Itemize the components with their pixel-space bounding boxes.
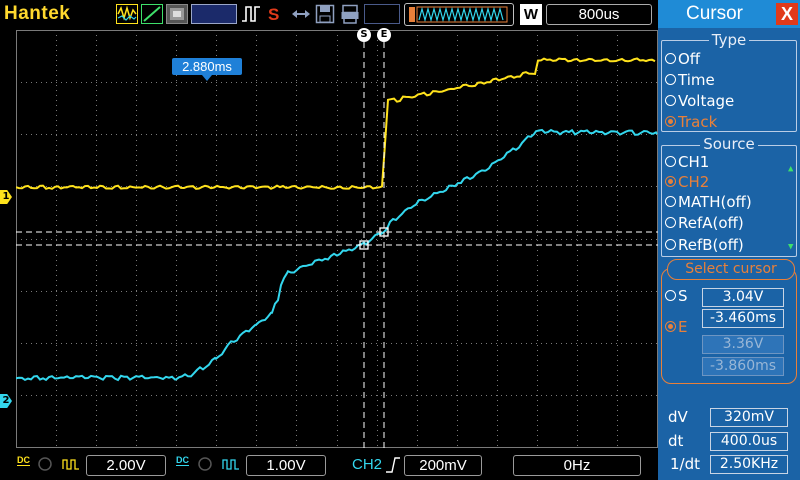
- radio-icon: [665, 53, 676, 64]
- inv-dt-label: 1/dt: [670, 455, 700, 473]
- radio-icon: [665, 290, 676, 301]
- ch1-ground-marker[interactable]: 1: [0, 190, 12, 204]
- select-cursor-title: Select cursor: [667, 259, 795, 280]
- ch2-scale[interactable]: 1.00V: [246, 455, 326, 476]
- trigger-position-label: 2.880ms: [172, 58, 242, 75]
- radio-icon: [665, 239, 676, 250]
- radio-icon: [665, 95, 676, 106]
- persistence-icon[interactable]: [166, 4, 188, 24]
- cursor-select-s[interactable]: S: [665, 287, 688, 305]
- ch2-coupling: DC: [176, 455, 189, 466]
- ch1-coupling: DC: [17, 455, 30, 466]
- memory-depth-label: W: [520, 4, 542, 25]
- dt-label: dt: [668, 432, 684, 450]
- ch1-bandwidth-icon: [62, 459, 79, 470]
- radio-icon: [665, 196, 676, 207]
- scroll-down-icon[interactable]: ▼: [788, 242, 793, 252]
- waveform-icon[interactable]: [116, 4, 138, 24]
- type-option-time[interactable]: Time: [665, 71, 715, 89]
- ch2-waveform: [16, 128, 658, 382]
- type-group-title: Type: [658, 31, 800, 49]
- trigger-position-arrow: [202, 75, 212, 81]
- cursor-e-voltage: 3.36V: [702, 335, 784, 354]
- dv-label: dV: [668, 408, 688, 426]
- inv-dt-value: 2.50KHz: [710, 455, 788, 474]
- close-button[interactable]: X: [776, 3, 798, 25]
- memory-depth-indicator[interactable]: [404, 3, 514, 26]
- trigger-edge-icon[interactable]: [385, 456, 401, 474]
- cursor-e-time: -3.860ms: [702, 357, 784, 376]
- source-option-refb[interactable]: RefB(off): [665, 236, 744, 254]
- ch2-ground-marker[interactable]: 2: [0, 394, 12, 408]
- ch1-probe-icon: [38, 457, 52, 471]
- type-option-voltage[interactable]: Voltage: [665, 92, 734, 110]
- trigger-source[interactable]: CH2: [352, 456, 382, 474]
- cursor-s-voltage: 3.04V: [702, 288, 784, 307]
- cursor-select-e[interactable]: E: [665, 318, 687, 336]
- ch1-waveform: [16, 57, 656, 190]
- dv-value: 320mV: [710, 408, 788, 427]
- radio-icon: [665, 156, 676, 167]
- frequency-counter: 0Hz: [513, 455, 641, 476]
- timebase-value[interactable]: 800us: [546, 4, 652, 25]
- dt-value: 400.0us: [710, 432, 788, 451]
- top-toolbar: Hantek S W 800us: [0, 0, 658, 30]
- cursor-s-marker[interactable]: S: [357, 28, 371, 42]
- svg-text:S: S: [268, 5, 279, 24]
- ch1-scale[interactable]: 2.00V: [86, 455, 166, 476]
- print-icon[interactable]: [340, 4, 360, 24]
- ch2-probe-icon: [198, 457, 212, 471]
- waveform-display[interactable]: 2.880ms S E 1 2: [0, 28, 670, 448]
- type-option-off[interactable]: Off: [665, 50, 700, 68]
- radio-selected-icon: [665, 116, 676, 127]
- type-option-track[interactable]: Track: [665, 113, 717, 131]
- stop-s-icon[interactable]: S: [266, 4, 284, 24]
- trigger-slope-icon[interactable]: [141, 4, 163, 24]
- source-option-math[interactable]: MATH(off): [665, 193, 752, 211]
- bottom-status-bar: DC 2.00V DC 1.00V CH2 200mV 0Hz: [0, 450, 658, 480]
- cursor-arrows-icon[interactable]: [290, 4, 312, 24]
- waveform-graph: [16, 30, 658, 448]
- source-option-refa[interactable]: RefA(off): [665, 214, 744, 232]
- status-box: [191, 4, 237, 24]
- radio-icon: [665, 217, 676, 228]
- cursor-menu-panel: Cursor X Type Off Time Voltage Track Sou…: [658, 0, 800, 480]
- trigger-level[interactable]: 200mV: [404, 455, 482, 476]
- pulse-icon[interactable]: [241, 4, 261, 24]
- brand-logo: Hantek: [4, 3, 71, 24]
- save-disk-icon[interactable]: [315, 4, 335, 24]
- radio-selected-icon: [665, 321, 676, 332]
- source-option-ch2[interactable]: CH2: [665, 173, 709, 191]
- radio-selected-icon: [665, 176, 676, 187]
- source-group-title: Source: [658, 135, 800, 153]
- ch2-bandwidth-icon: [222, 459, 239, 470]
- status-box-2: [364, 4, 400, 24]
- cursor-s-time: -3.460ms: [702, 309, 784, 328]
- radio-icon: [665, 74, 676, 85]
- scroll-up-icon[interactable]: ▲: [788, 164, 793, 174]
- source-option-ch1[interactable]: CH1: [665, 153, 709, 171]
- cursor-e-marker[interactable]: E: [377, 28, 391, 42]
